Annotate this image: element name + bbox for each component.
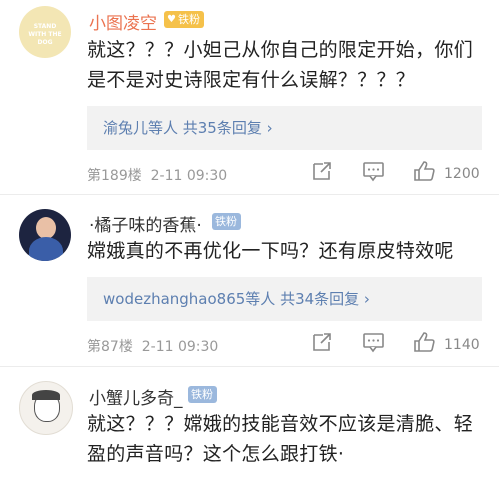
fan-badge: 铁粉 bbox=[212, 213, 241, 230]
like-count: 1200 bbox=[444, 166, 480, 182]
badge-label: 铁粉 bbox=[215, 215, 237, 228]
avatar[interactable] bbox=[19, 209, 71, 261]
reply-summary-box[interactable]: 渝兔儿等人 共35条回复 › bbox=[87, 106, 482, 150]
share-icon[interactable] bbox=[311, 160, 333, 186]
comment-icon[interactable] bbox=[362, 160, 386, 186]
comment-text: 嫦娥真的不再优化一下吗？还有原皮特效呢 bbox=[87, 240, 454, 262]
divider bbox=[0, 366, 499, 367]
floor-number: 第87楼 bbox=[87, 339, 133, 355]
share-icon[interactable] bbox=[311, 331, 333, 357]
username[interactable]: ·橘子味的香蕉· bbox=[89, 211, 202, 236]
avatar-figure bbox=[36, 217, 56, 239]
avatar[interactable]: STAND WITH THE DOG bbox=[19, 6, 71, 58]
badge-label: 铁粉 bbox=[177, 13, 200, 26]
comment-meta: 第189楼 2-11 09:30 1200 bbox=[87, 160, 487, 190]
timestamp: 2-11 09:30 bbox=[150, 168, 228, 184]
like-icon[interactable] bbox=[413, 160, 437, 186]
reply-summary-link[interactable]: 渝兔儿等人 共35条回复 › bbox=[103, 106, 273, 150]
username[interactable]: 小图凌空 bbox=[89, 9, 157, 34]
badge-label: 铁粉 bbox=[191, 388, 213, 401]
fan-badge: ♥ 铁粉 bbox=[164, 11, 204, 28]
comment-text: 就这？？？嫦娥的技能音效不应该是清脆、轻盈的声音吗？这个怎么跟打铁· bbox=[87, 413, 474, 465]
reply-summary-box[interactable]: wodezhanghao865等人 共34条回复 › bbox=[87, 277, 482, 321]
timestamp: 2-11 09:30 bbox=[141, 339, 219, 355]
avatar-text: STAND WITH THE DOG bbox=[28, 23, 62, 46]
avatar-hair bbox=[32, 390, 60, 400]
comment-icon[interactable] bbox=[362, 331, 386, 357]
divider bbox=[0, 194, 499, 195]
fan-badge: 铁粉 bbox=[188, 386, 217, 403]
heart-icon: ♥ bbox=[167, 14, 176, 25]
floor-number: 第189楼 bbox=[87, 168, 142, 184]
like-icon[interactable] bbox=[413, 331, 437, 357]
comment-meta: 第87楼 2-11 09:30 1140 bbox=[87, 331, 487, 361]
comment-text: 就这？？？小妲己从你自己的限定开始，你们是不是对史诗限定有什么误解？？？？ bbox=[87, 39, 474, 91]
reply-summary-link[interactable]: wodezhanghao865等人 共34条回复 › bbox=[103, 277, 370, 321]
avatar-figure-body bbox=[29, 237, 63, 261]
username[interactable]: 小蟹儿多奇_ bbox=[89, 384, 183, 409]
floor-time: 第87楼 2-11 09:30 bbox=[87, 336, 218, 356]
like-count: 1140 bbox=[444, 337, 480, 353]
avatar[interactable] bbox=[19, 381, 73, 435]
floor-time: 第189楼 2-11 09:30 bbox=[87, 165, 227, 185]
